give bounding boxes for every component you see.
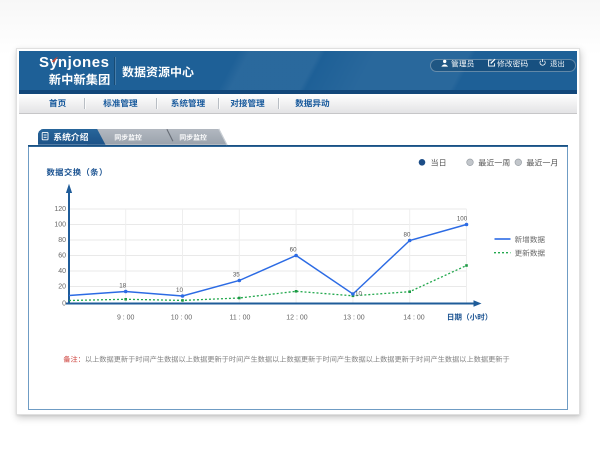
svg-text:100: 100 xyxy=(54,222,66,229)
svg-text:12 : 00: 12 : 00 xyxy=(286,315,308,322)
svg-text:40: 40 xyxy=(58,268,66,275)
svg-text:120: 120 xyxy=(54,206,66,213)
svg-text:14 : 00: 14 : 00 xyxy=(403,315,425,322)
svg-text:80: 80 xyxy=(404,232,411,239)
svg-text:10: 10 xyxy=(176,287,183,294)
svg-text:11 : 00: 11 : 00 xyxy=(230,315,251,322)
svg-text:60: 60 xyxy=(58,253,66,260)
svg-text:60: 60 xyxy=(290,247,297,254)
svg-text:9 : 00: 9 : 00 xyxy=(117,315,135,322)
svg-text:35: 35 xyxy=(233,272,240,279)
svg-text:100: 100 xyxy=(457,216,468,223)
svg-text:10 : 00: 10 : 00 xyxy=(171,315,193,322)
svg-text:13 : 00: 13 : 00 xyxy=(343,315,365,322)
svg-text:0: 0 xyxy=(62,301,66,308)
svg-text:80: 80 xyxy=(58,237,66,244)
svg-text:10: 10 xyxy=(355,291,362,298)
svg-text:20: 20 xyxy=(58,284,66,291)
svg-text:18: 18 xyxy=(119,283,126,290)
